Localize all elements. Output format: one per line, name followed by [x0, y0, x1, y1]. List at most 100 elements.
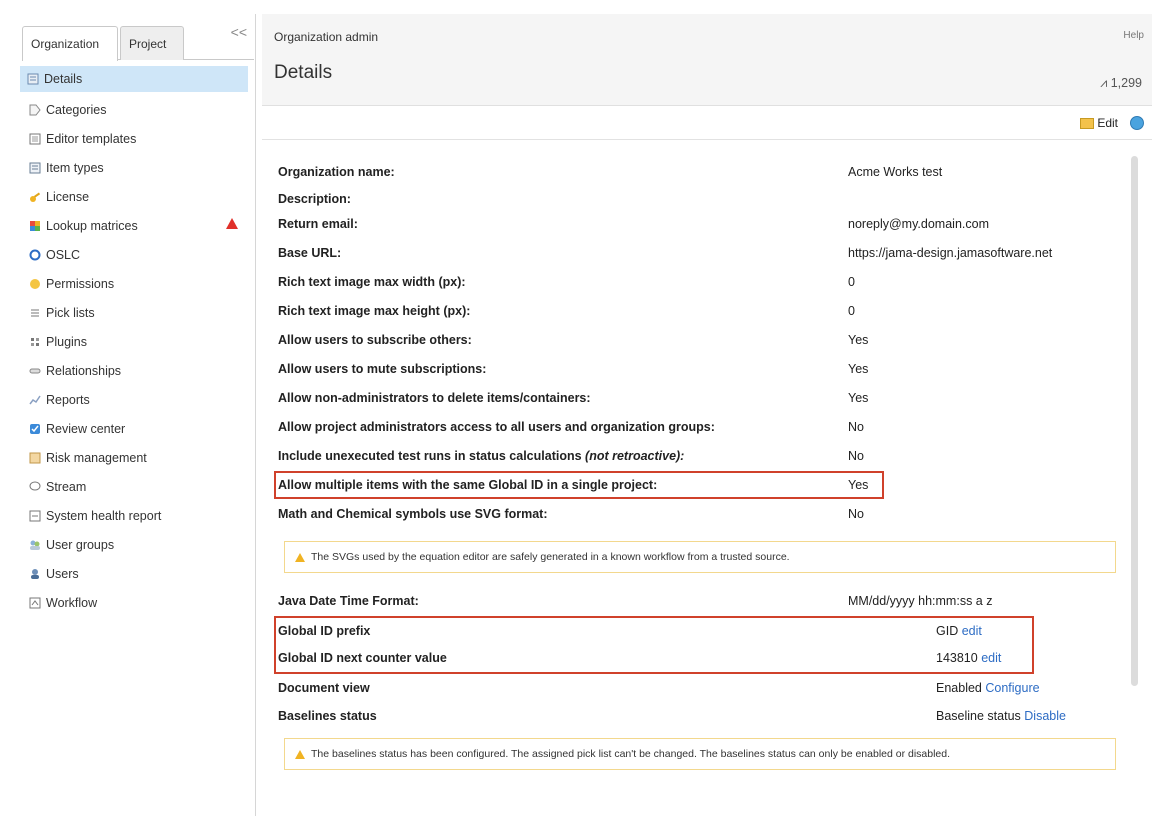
breadcrumb: Organization admin [274, 30, 379, 44]
field-svg-format: Math and Chemical symbols use SVG format… [276, 504, 1128, 526]
main-panel: Organization admin Help Details ⩘ 1,299 … [262, 14, 1152, 816]
permissions-icon [28, 277, 42, 291]
field-image-max-height: Rich text image max height (px): 0 [276, 301, 1128, 323]
sidebar-item-label: Plugins [46, 334, 87, 349]
sidebar-tabs: Organization Project [22, 24, 254, 61]
sidebar-item-label: Workflow [46, 595, 98, 610]
field-label: Rich text image max width (px): [278, 275, 466, 289]
disable-link[interactable]: Disable [1024, 709, 1066, 723]
field-label: Global ID next counter value [278, 651, 447, 665]
list-icon [28, 306, 42, 320]
field-value: 0 [848, 275, 855, 289]
edit-button[interactable]: Edit [1080, 116, 1118, 130]
stream-icon [28, 480, 42, 494]
field-mute-subscriptions: Allow users to mute subscriptions: Yes [276, 359, 1128, 381]
item-types-icon [28, 161, 42, 175]
field-image-max-width: Rich text image max width (px): 0 [276, 272, 1128, 294]
field-baselines-status: Baselines status Baseline status Disable [276, 706, 1128, 728]
sidebar-item-pick-lists[interactable]: Pick lists [18, 298, 256, 327]
field-value: MM/dd/yyyy hh:mm:ss a z [848, 594, 993, 608]
sidebar-item-system-health-report[interactable]: System health report [18, 501, 256, 530]
sidebar-item-label: User groups [46, 537, 115, 552]
field-value: Yes [848, 478, 869, 492]
activity-counter[interactable]: ⩘ 1,299 [1100, 76, 1142, 91]
tab-organization[interactable]: Organization [22, 26, 118, 61]
sidebar-item-lookup-matrices[interactable]: Lookup matrices [18, 211, 256, 240]
field-value: Acme Works test [848, 165, 943, 179]
sidebar: Organization Project << Details Categori… [18, 14, 256, 816]
help-icon[interactable] [1130, 116, 1144, 130]
tab-project[interactable]: Project [120, 26, 184, 60]
toolbar: Edit [262, 110, 1152, 140]
matrix-icon [28, 219, 42, 233]
field-label: Allow users to subscribe others: [278, 333, 472, 347]
sidebar-item-label: Pick lists [46, 305, 95, 320]
field-label: Java Date Time Format: [278, 594, 419, 608]
sidebar-item-editor-templates[interactable]: Editor templates [18, 124, 256, 153]
field-label: Rich text image max height (px): [278, 304, 471, 318]
collapse-sidebar-icon[interactable]: << [231, 24, 247, 40]
sidebar-item-label: System health report [46, 508, 162, 523]
configure-link[interactable]: Configure [985, 681, 1039, 695]
sidebar-nav: Details Categories Editor templates Item… [18, 66, 256, 617]
sidebar-item-label: Permissions [46, 276, 115, 291]
sidebar-item-label: OSLC [46, 247, 81, 262]
sidebar-item-risk-management[interactable]: Risk management [18, 443, 256, 472]
sidebar-item-label: Editor templates [46, 131, 137, 146]
field-value: 143810 edit [936, 651, 1001, 665]
sidebar-item-workflow[interactable]: Workflow [18, 588, 256, 617]
field-label: Return email: [278, 217, 358, 231]
key-icon [28, 190, 42, 204]
vertical-scrollbar[interactable] [1131, 156, 1138, 686]
field-value: https://jama-design.jamasoftware.net [848, 246, 1053, 260]
field-value: GID edit [936, 624, 982, 638]
page-title: Details [274, 62, 333, 83]
sidebar-item-review-center[interactable]: Review center [18, 414, 256, 443]
details-icon [26, 72, 40, 86]
sidebar-item-item-types[interactable]: Item types [18, 153, 256, 182]
help-link[interactable]: Help [1123, 30, 1144, 41]
sidebar-item-label: License [46, 189, 90, 204]
edit-link[interactable]: edit [962, 624, 982, 638]
sidebar-item-label: Lookup matrices [46, 218, 138, 233]
sidebar-item-reports[interactable]: Reports [18, 385, 256, 414]
field-label: Description: [278, 192, 351, 206]
sidebar-item-label: Risk management [46, 450, 147, 465]
sidebar-item-license[interactable]: License [18, 182, 256, 211]
field-value: 0 [848, 304, 855, 318]
sidebar-item-categories[interactable]: Categories [18, 95, 256, 124]
edit-icon [1080, 117, 1095, 129]
sidebar-item-stream[interactable]: Stream [18, 472, 256, 501]
field-label: Allow users to mute subscriptions: [278, 362, 487, 376]
field-multiple-global-id: Allow multiple items with the same Globa… [276, 475, 1128, 497]
field-value: No [848, 449, 864, 463]
sidebar-item-relationships[interactable]: Relationships [18, 356, 256, 385]
sidebar-item-plugins[interactable]: Plugins [18, 327, 256, 356]
field-label: Document view [278, 681, 370, 695]
sidebar-item-details[interactable]: Details [20, 66, 248, 92]
sidebar-item-oslc[interactable]: OSLC [18, 240, 256, 269]
field-label: Math and Chemical symbols use SVG format… [278, 507, 548, 521]
sidebar-item-user-groups[interactable]: User groups [18, 530, 256, 559]
warning-icon [295, 749, 305, 759]
field-description: Description: [276, 189, 1128, 211]
sidebar-item-label: Relationships [46, 363, 122, 378]
field-label: Baselines status [278, 709, 377, 723]
field-value: Baseline status Disable [936, 709, 1066, 723]
field-delete-items: Allow non-administrators to delete items… [276, 388, 1128, 410]
field-unexecuted-test-runs: Include unexecuted test runs in status c… [276, 446, 1128, 468]
field-organization-name: Organization name: Acme Works test [276, 162, 1128, 184]
review-icon [28, 422, 42, 436]
field-global-id-prefix: Global ID prefix GID edit [276, 621, 1128, 643]
field-value: Enabled Configure [936, 681, 1040, 695]
edit-link[interactable]: edit [981, 651, 1001, 665]
field-value: No [848, 507, 864, 521]
field-label-note: (not retroactive): [585, 449, 685, 463]
sidebar-item-label: Users [46, 566, 79, 581]
warning-icon [226, 218, 238, 229]
template-icon [28, 132, 42, 146]
health-icon [28, 509, 42, 523]
sidebar-item-users[interactable]: Users [18, 559, 256, 588]
field-document-view: Document view Enabled Configure [276, 678, 1128, 700]
sidebar-item-permissions[interactable]: Permissions [18, 269, 256, 298]
